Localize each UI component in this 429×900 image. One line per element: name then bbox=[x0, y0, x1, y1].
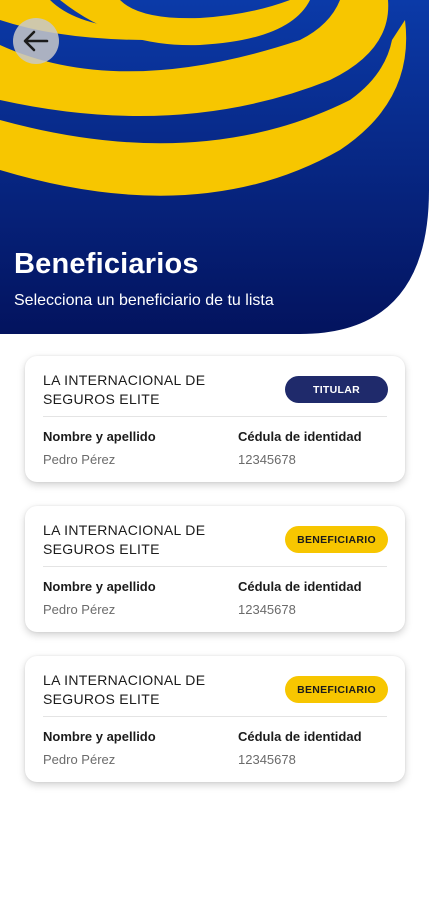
card-divider bbox=[43, 716, 387, 717]
insurance-company-name: LA INTERNACIONAL DE SEGUROS ELITE bbox=[43, 672, 206, 707]
name-label: Nombre y apellido bbox=[43, 429, 156, 444]
insurance-company-name: LA INTERNACIONAL DE SEGUROS ELITE bbox=[43, 372, 206, 407]
id-value: 12345678 bbox=[238, 452, 296, 467]
beneficiary-card[interactable]: LA INTERNACIONAL DE SEGUROS ELITE TITULA… bbox=[25, 356, 405, 482]
header-banner: Beneficiarios Selecciona un beneficiario… bbox=[0, 0, 429, 334]
beneficiary-list: LA INTERNACIONAL DE SEGUROS ELITE TITULA… bbox=[25, 356, 405, 806]
name-value: Pedro Pérez bbox=[43, 602, 116, 617]
name-value: Pedro Pérez bbox=[43, 452, 116, 467]
beneficiary-card[interactable]: LA INTERNACIONAL DE SEGUROS ELITE BENEFI… bbox=[25, 506, 405, 632]
card-divider bbox=[43, 416, 387, 417]
status-badge: BENEFICIARIO bbox=[285, 676, 388, 703]
status-badge: BENEFICIARIO bbox=[285, 526, 388, 553]
id-label: Cédula de identidad bbox=[238, 729, 362, 744]
name-label: Nombre y apellido bbox=[43, 579, 156, 594]
page-title: Beneficiarios bbox=[14, 248, 199, 280]
name-label: Nombre y apellido bbox=[43, 729, 156, 744]
card-divider bbox=[43, 566, 387, 567]
name-value: Pedro Pérez bbox=[43, 752, 116, 767]
status-badge: TITULAR bbox=[285, 376, 388, 403]
beneficiary-card[interactable]: LA INTERNACIONAL DE SEGUROS ELITE BENEFI… bbox=[25, 656, 405, 782]
id-value: 12345678 bbox=[238, 752, 296, 767]
id-label: Cédula de identidad bbox=[238, 579, 362, 594]
id-label: Cédula de identidad bbox=[238, 429, 362, 444]
page-subtitle: Selecciona un beneficiario de tu lista bbox=[14, 292, 274, 309]
id-value: 12345678 bbox=[238, 602, 296, 617]
back-button[interactable] bbox=[13, 18, 59, 64]
insurance-company-name: LA INTERNACIONAL DE SEGUROS ELITE bbox=[43, 522, 206, 557]
banner-swoosh-graphic bbox=[0, 0, 429, 334]
arrow-left-icon bbox=[23, 30, 49, 52]
